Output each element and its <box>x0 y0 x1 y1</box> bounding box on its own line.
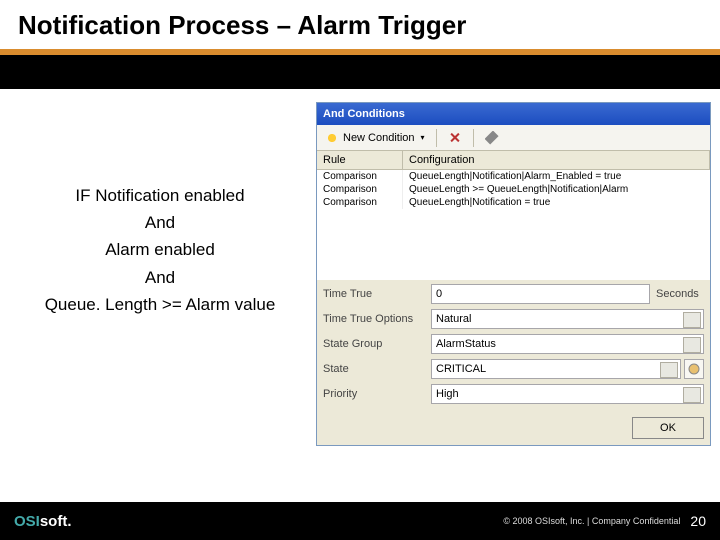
window-title: And Conditions <box>323 108 405 120</box>
chevron-down-icon: ▾ <box>421 133 425 142</box>
configure-button[interactable] <box>481 130 503 146</box>
conditions-window: And Conditions New Condition ▾ <box>316 102 711 446</box>
table-row[interactable]: Comparison QueueLength >= QueueLength|No… <box>317 183 710 196</box>
table-row[interactable]: Comparison QueueLength|Notification|Alar… <box>317 170 710 183</box>
grid-body[interactable]: Comparison QueueLength|Notification|Alar… <box>317 170 710 280</box>
slide-title: Notification Process – Alarm Trigger <box>18 10 702 41</box>
toolbar: New Condition ▾ <box>317 125 710 151</box>
star-icon <box>325 131 339 145</box>
state-label: State <box>323 363 431 375</box>
window-titlebar[interactable]: And Conditions <box>317 103 710 125</box>
black-strip <box>0 55 720 89</box>
pseudo-line: IF Notification enabled <box>10 182 310 209</box>
brand-logo: OSIsoft. <box>14 513 72 530</box>
pseudo-line: And <box>10 209 310 236</box>
col-rule[interactable]: Rule <box>317 151 403 169</box>
time-true-options-label: Time True Options <box>323 313 431 325</box>
col-configuration[interactable]: Configuration <box>403 151 710 169</box>
time-true-unit: Seconds <box>650 288 704 300</box>
form-area: Time True 0 Seconds Time True Options Na… <box>317 280 710 413</box>
cell-rule: Comparison <box>317 183 403 196</box>
priority-label: Priority <box>323 388 431 400</box>
pseudo-line: And <box>10 264 310 291</box>
page-number: 20 <box>690 513 706 529</box>
time-true-input[interactable]: 0 <box>431 284 650 304</box>
state-select[interactable]: CRITICAL <box>431 359 681 379</box>
delete-icon <box>448 131 462 145</box>
state-group-label: State Group <box>323 338 431 350</box>
toolbar-separator <box>473 129 474 147</box>
table-row[interactable]: Comparison QueueLength|Notification = tr… <box>317 196 710 209</box>
state-palette-button[interactable] <box>684 359 704 379</box>
state-group-select[interactable]: AlarmStatus <box>431 334 704 354</box>
pseudo-line: Alarm enabled <box>10 236 310 263</box>
toolbar-separator <box>436 129 437 147</box>
new-condition-label: New Condition <box>343 132 415 144</box>
palette-icon <box>688 363 700 375</box>
cell-rule: Comparison <box>317 196 403 209</box>
time-true-options-select[interactable]: Natural <box>431 309 704 329</box>
copyright-text: © 2008 OSIsoft, Inc. | Company Confident… <box>503 516 680 526</box>
ok-button[interactable]: OK <box>632 417 704 439</box>
delete-button[interactable] <box>444 130 466 146</box>
cell-rule: Comparison <box>317 170 403 183</box>
cell-config: QueueLength >= QueueLength|Notification|… <box>403 183 710 196</box>
wrench-icon <box>485 131 499 145</box>
pseudo-line: Queue. Length >= Alarm value <box>10 291 310 318</box>
new-condition-button[interactable]: New Condition ▾ <box>321 130 429 146</box>
priority-select[interactable]: High <box>431 384 704 404</box>
conditions-grid: Rule Configuration Comparison QueueLengt… <box>317 151 710 280</box>
pseudocode-block: IF Notification enabled And Alarm enable… <box>10 182 310 318</box>
grid-header: Rule Configuration <box>317 151 710 170</box>
cell-config: QueueLength|Notification = true <box>403 196 710 209</box>
time-true-label: Time True <box>323 288 431 300</box>
footer: OSIsoft. © 2008 OSIsoft, Inc. | Company … <box>0 502 720 540</box>
cell-config: QueueLength|Notification|Alarm_Enabled =… <box>403 170 710 183</box>
